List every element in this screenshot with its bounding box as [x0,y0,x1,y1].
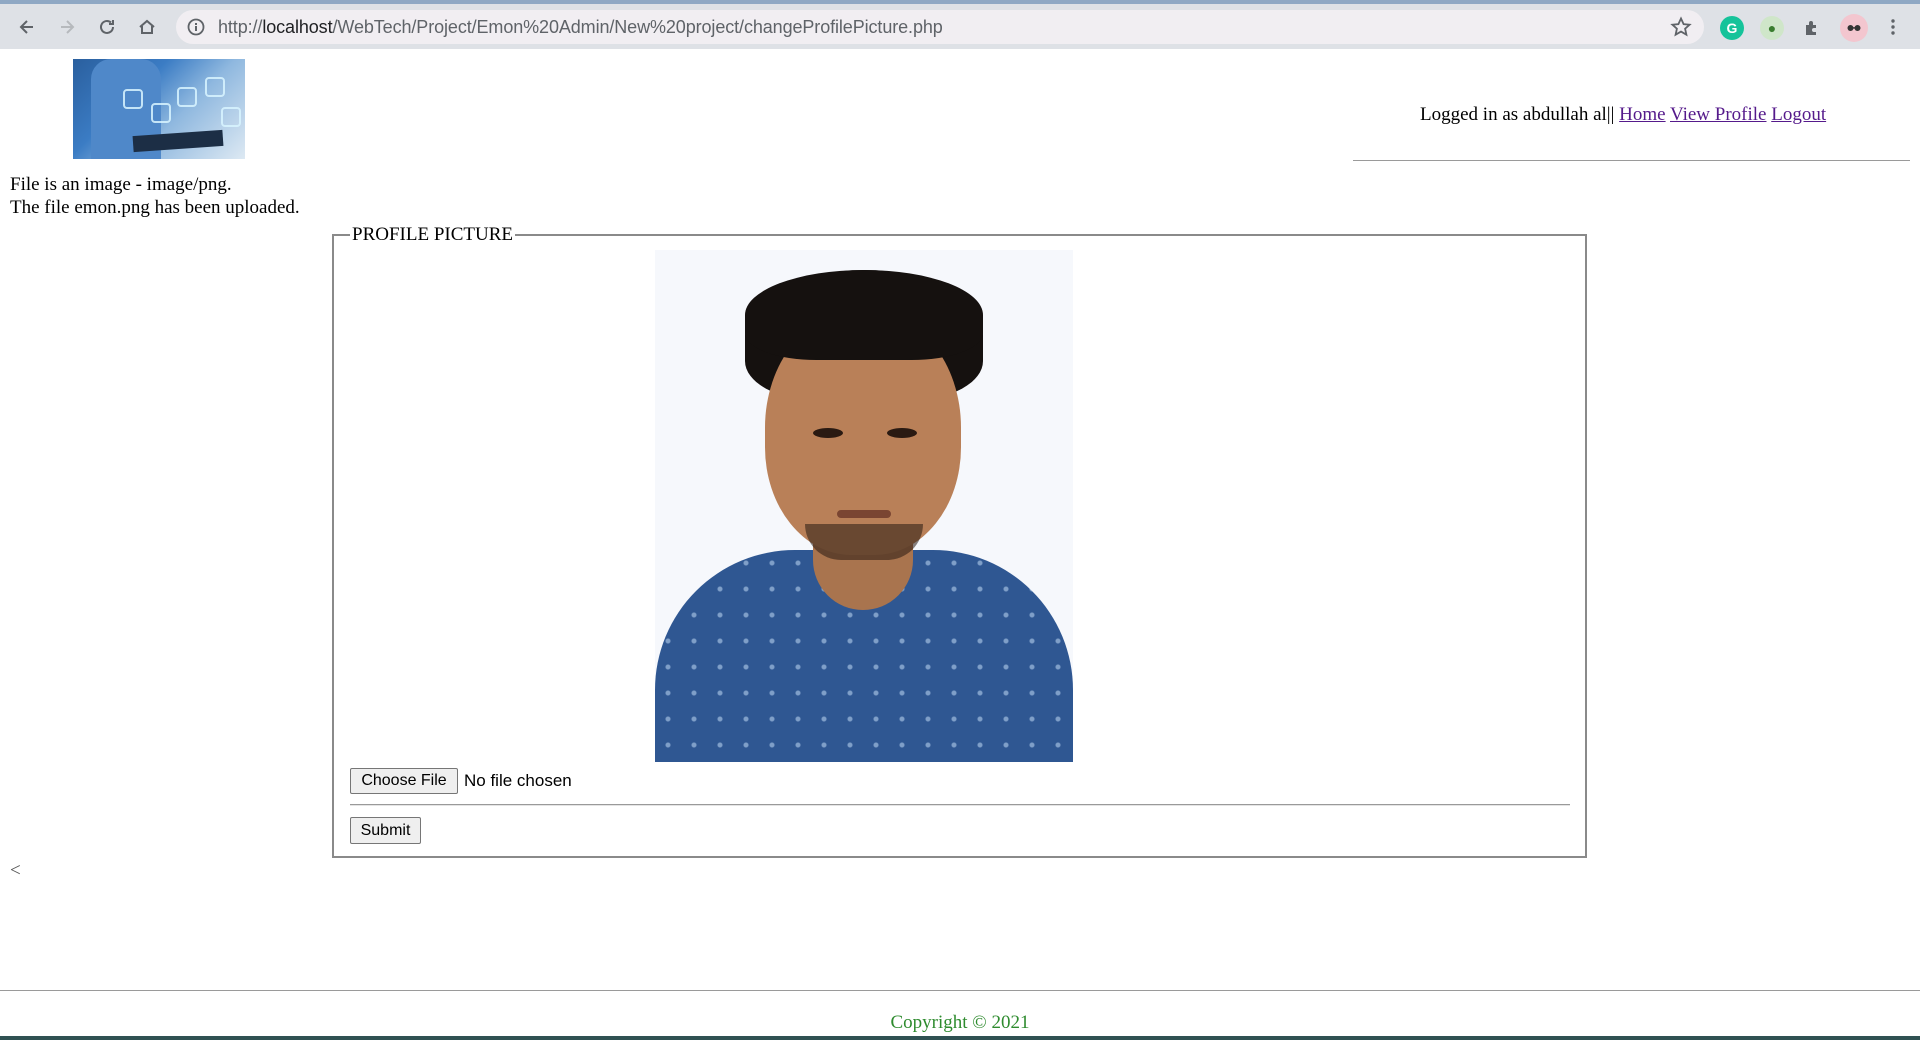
stray-text: < [10,860,21,881]
copyright-text: Copyright © 2021 [890,1012,1030,1033]
browser-toolbar: http://localhost/WebTech/Project/Emon%20… [0,0,1920,49]
address-bar[interactable]: http://localhost/WebTech/Project/Emon%20… [176,10,1704,44]
profile-avatar-icon[interactable] [1840,14,1868,42]
fieldset-legend: PROFILE PICTURE [352,224,513,245]
back-icon[interactable] [12,12,42,42]
forward-icon[interactable] [52,12,82,42]
site-logo [73,59,245,159]
url-prefix: http:// [218,17,263,37]
upload-success-message: The file emon.png has been uploaded. [10,197,300,218]
footer-divider [0,990,1920,991]
grammarly-icon[interactable]: G [1720,16,1744,40]
url-text[interactable]: http://localhost/WebTech/Project/Emon%20… [218,17,943,38]
profile-photo [655,250,1073,762]
window-bottom-edge [0,1036,1920,1040]
view-profile-link[interactable]: View Profile [1670,104,1766,125]
file-status-text: No file chosen [464,771,572,790]
choose-file-button[interactable]: Choose File [350,768,458,794]
submit-button[interactable]: Submit [350,817,421,844]
home-icon[interactable] [132,12,162,42]
browser-menu-icon[interactable] [1878,12,1908,42]
header-divider [1353,160,1910,161]
bookmark-star-icon[interactable] [1670,16,1692,38]
logged-in-text: Logged in as abdullah al|| [1420,104,1615,125]
form-divider [350,804,1570,806]
upload-type-message: File is an image - image/png. [10,174,232,195]
extension-globe-icon[interactable]: ● [1760,16,1784,40]
url-path: /WebTech/Project/Emon%20Admin/New%20proj… [332,17,943,37]
url-host: localhost [262,17,333,37]
site-info-icon[interactable] [186,17,206,37]
home-link[interactable]: Home [1619,104,1665,125]
extensions-puzzle-icon[interactable] [1800,16,1824,40]
user-nav: Logged in as abdullah al|| Home View Pro… [1420,104,1826,126]
reload-icon[interactable] [92,12,122,42]
logout-link[interactable]: Logout [1771,104,1826,125]
